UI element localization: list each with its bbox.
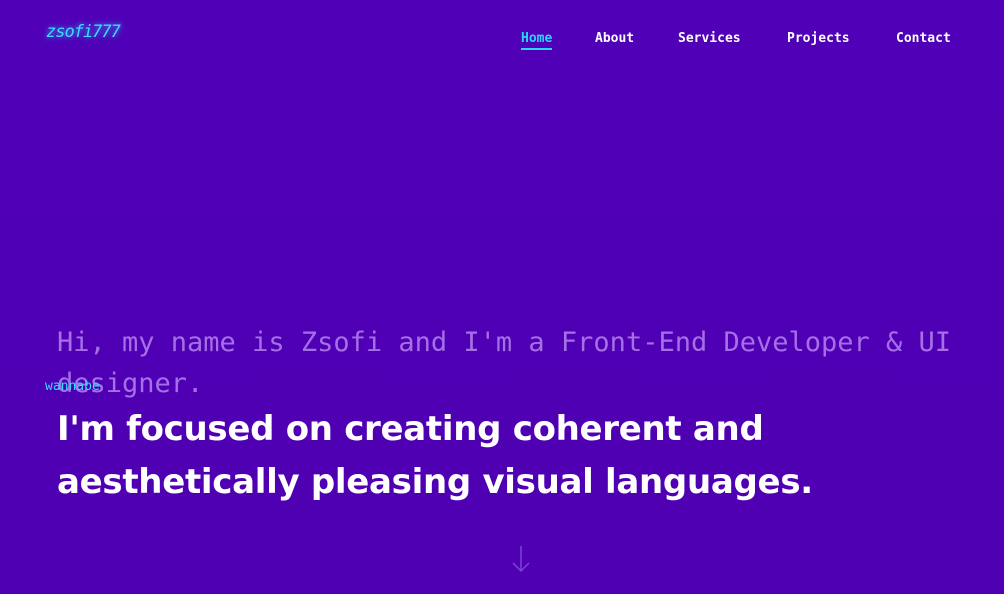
nav-about[interactable]: About: [595, 31, 634, 46]
nav-home[interactable]: Home: [521, 31, 553, 50]
wannabe-tag: wannabe: [45, 379, 100, 394]
main-nav: Home About Services Projects Contact: [0, 31, 1004, 51]
hero-headline: I'm focused on creating coherent and aes…: [57, 409, 813, 502]
hero-intro: Hi, my name is Zsofi and I'm a Front-End…: [57, 327, 952, 399]
nav-projects[interactable]: Projects: [787, 31, 850, 46]
nav-contact[interactable]: Contact: [896, 31, 951, 46]
arrow-down-icon[interactable]: [511, 545, 531, 573]
nav-services[interactable]: Services: [678, 31, 741, 46]
